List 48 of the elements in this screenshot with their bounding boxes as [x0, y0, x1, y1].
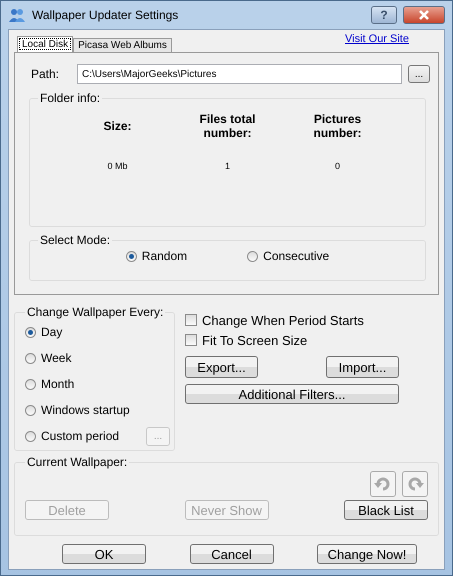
import-button[interactable]: Import... [326, 356, 399, 378]
close-button[interactable] [403, 6, 445, 24]
filters-button[interactable]: Additional Filters... [185, 384, 399, 404]
radio-label: Consecutive [263, 249, 330, 263]
window-title: Wallpaper Updater Settings [32, 8, 178, 22]
rotate-right-icon [406, 475, 424, 493]
export-button[interactable]: Export... [185, 356, 258, 378]
group-title: Folder info: [39, 91, 102, 105]
radio-label: Week [41, 351, 72, 365]
group-title: Change Wallpaper Every: [26, 305, 164, 319]
column-heading: Files total number: [198, 111, 256, 142]
radio-button[interactable] [25, 404, 36, 416]
group-title: Select Mode: [39, 233, 112, 247]
column-value: 0 [334, 161, 340, 171]
people-icon [8, 7, 26, 23]
group-title: Current Wallpaper: [26, 455, 128, 469]
column-value: 1 [224, 161, 230, 171]
checkbox-label: Change When Period Starts [202, 312, 364, 328]
rotate-left-icon [374, 475, 392, 493]
ok-button[interactable]: OK [62, 544, 146, 564]
checkbox-label: Fit To Screen Size [202, 332, 308, 348]
exclusion-list-button[interactable]: Black List [344, 500, 428, 520]
radio-label: Custom period [41, 429, 120, 443]
browse-button[interactable]: ... [408, 65, 430, 83]
radio-button[interactable] [25, 352, 36, 364]
path-label: Path: [30, 67, 60, 81]
site-link[interactable]: Visit Our Site [345, 33, 409, 45]
radio-button[interactable] [126, 250, 137, 262]
radio-label: Random [142, 249, 188, 263]
radio-button[interactable] [25, 378, 36, 390]
cancel-button[interactable]: Cancel [190, 544, 274, 564]
radio-label: Month [41, 377, 74, 391]
change-now-button[interactable]: Change Now! [317, 544, 417, 564]
tab[interactable]: Local Disk [17, 36, 74, 52]
column-heading: Pictures number: [312, 111, 362, 142]
path-field[interactable]: C:\Users\MajorGeeks\Pictures [77, 64, 402, 84]
checkbox[interactable] [185, 334, 197, 346]
radio-label: Day [41, 325, 62, 339]
radio-button[interactable] [25, 430, 36, 442]
radio-button[interactable] [25, 326, 36, 338]
help-button[interactable]: ? [371, 6, 397, 24]
column-heading: Size: [102, 118, 132, 135]
close-icon [418, 10, 430, 20]
radio-label: Windows startup [41, 403, 130, 417]
radio-button[interactable] [247, 250, 258, 262]
tab[interactable]: Picasa Web Albums [73, 38, 172, 52]
column-value: 0 Mb [107, 161, 128, 171]
checkbox[interactable] [185, 314, 197, 326]
